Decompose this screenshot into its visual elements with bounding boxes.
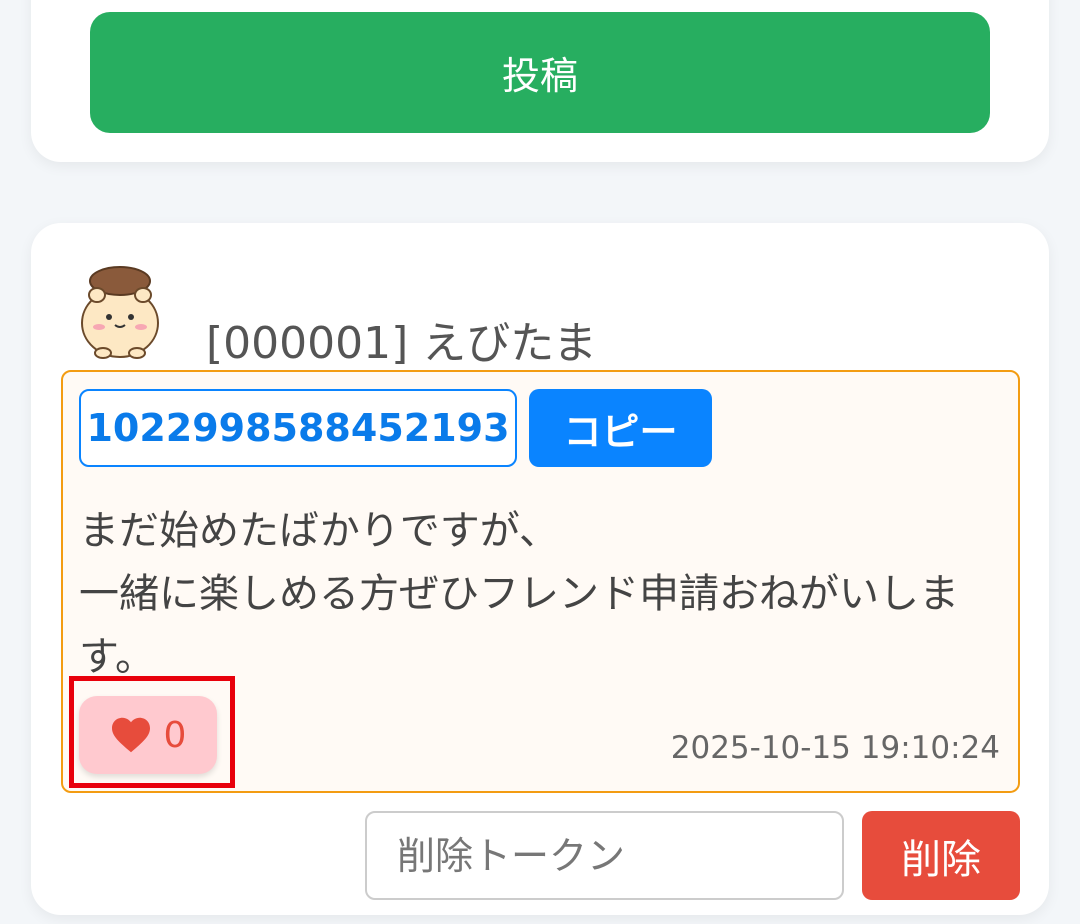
post-card: [000001] えびたま 1022998588452193 コピー まだ始めた… — [31, 223, 1049, 915]
compose-card: 投稿 — [31, 0, 1049, 162]
like-count: 0 — [163, 714, 187, 756]
friend-code: 1022998588452193 — [79, 389, 517, 467]
avatar — [77, 263, 163, 359]
post-button[interactable]: 投稿 — [90, 12, 990, 133]
author-name: [000001] えびたま — [206, 318, 597, 369]
copy-button[interactable]: コピー — [529, 389, 712, 467]
post-content: 1022998588452193 コピー まだ始めたばかりですが、 一緒に楽しめ… — [61, 370, 1020, 793]
delete-button[interactable]: 削除 — [862, 811, 1020, 900]
post-timestamp: 2025-10-15 19:10:24 — [670, 730, 1000, 766]
heart-icon — [110, 716, 152, 754]
like-button[interactable]: 0 — [79, 696, 217, 774]
delete-token-input[interactable] — [365, 811, 844, 900]
post-message: まだ始めたばかりですが、 一緒に楽しめる方ぜひフレンド申請おねがいします。 — [79, 508, 959, 680]
